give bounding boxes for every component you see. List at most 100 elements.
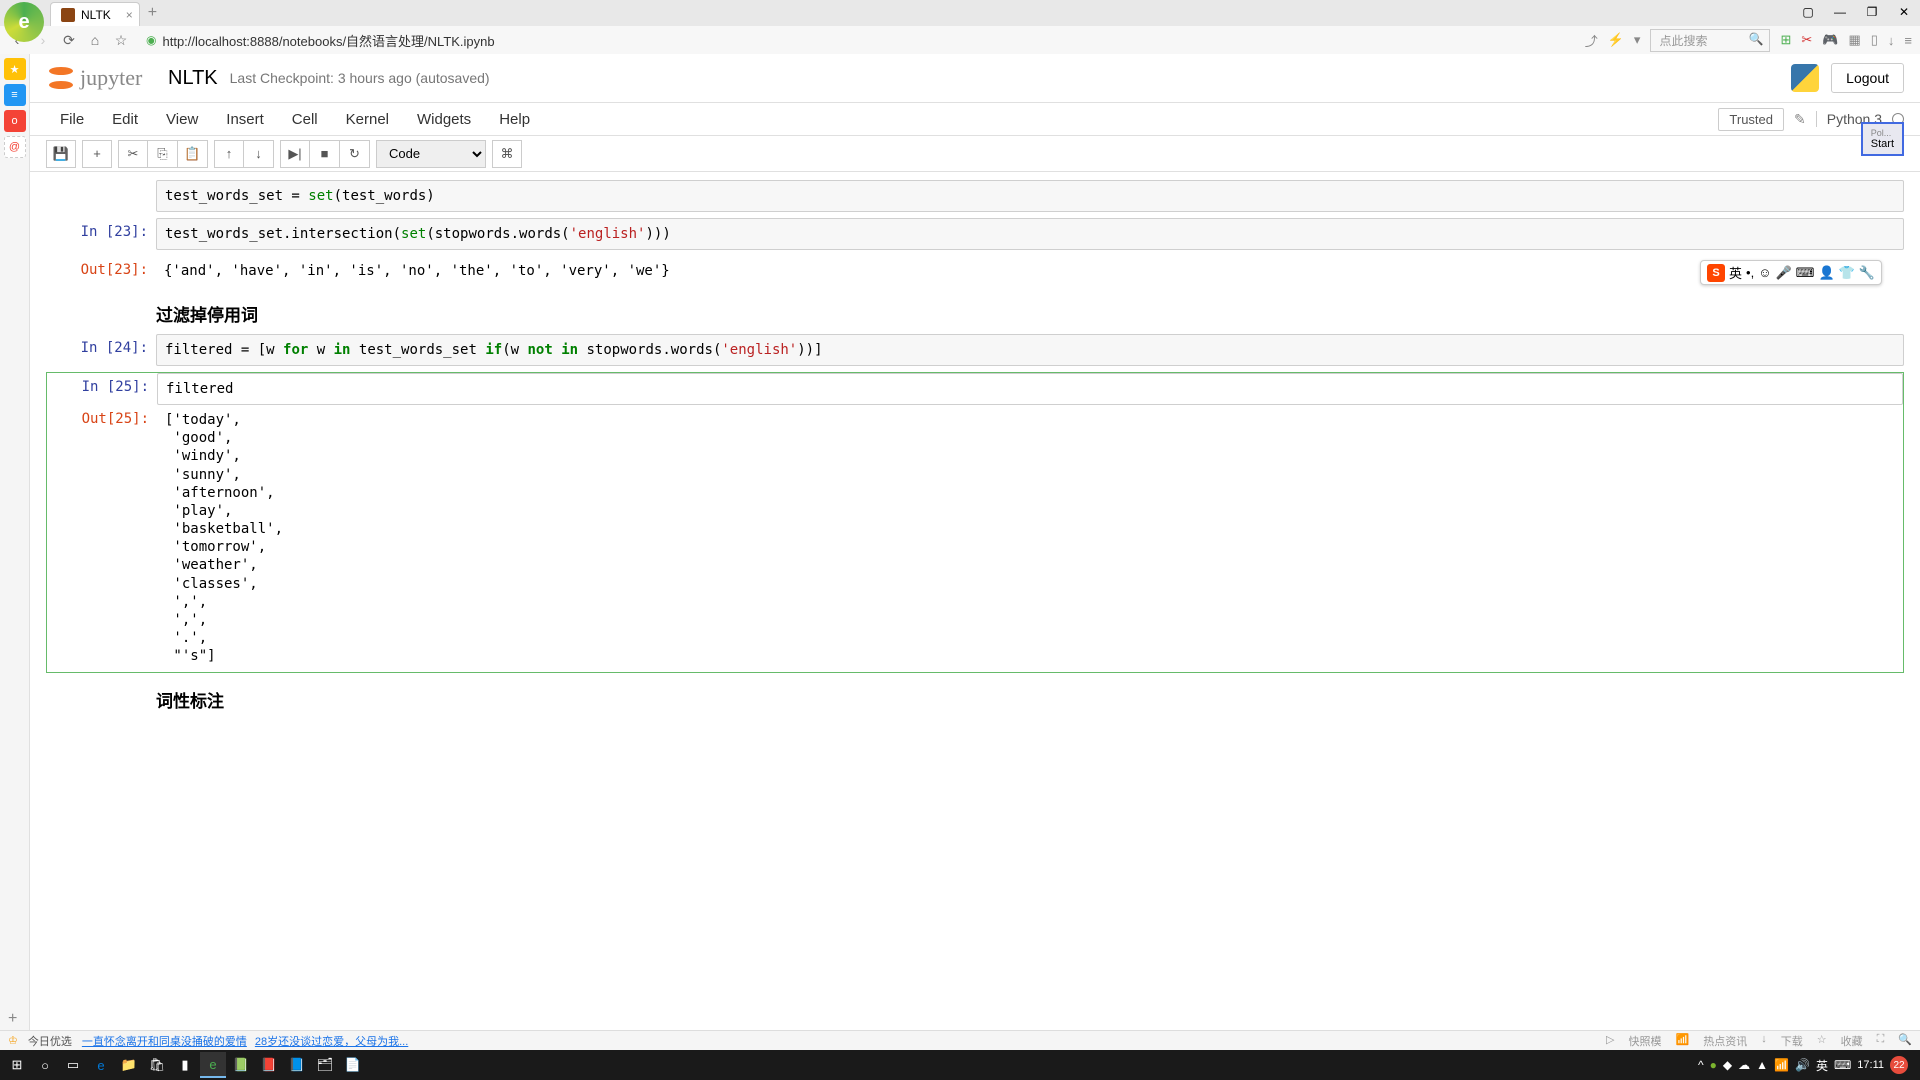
start-menu-button[interactable]: ⊞	[4, 1052, 30, 1078]
notebook-container[interactable]: test_words_set = set(test_words) In [23]…	[30, 172, 1920, 1048]
menu-cell[interactable]: Cell	[278, 105, 332, 134]
new-tab-button[interactable]: +	[140, 0, 165, 26]
ime-lang[interactable]: 英	[1729, 263, 1742, 282]
tray-ime-icon[interactable]: 英	[1816, 1057, 1828, 1074]
app-icon-1[interactable]: 📗	[228, 1052, 254, 1078]
menu-kernel[interactable]: Kernel	[332, 105, 403, 134]
sidebar-shortcut-1[interactable]: ★	[4, 58, 26, 80]
tray-icon-3[interactable]: ☁	[1738, 1058, 1750, 1072]
code-input[interactable]: filtered = [w for w in test_words_set if…	[156, 334, 1904, 366]
store-icon[interactable]: 🛍	[144, 1052, 170, 1078]
keyboard-icon[interactable]: ⌨	[1796, 265, 1815, 281]
scissors-icon[interactable]: ✂	[1801, 32, 1812, 48]
grid-icon[interactable]: ▦	[1848, 32, 1860, 48]
tray-keyboard-icon[interactable]: ⌨	[1834, 1058, 1851, 1072]
code-input[interactable]: filtered	[157, 373, 1903, 405]
add-shortcut-button[interactable]: +	[8, 1010, 17, 1028]
sidebar-shortcut-4[interactable]: @	[4, 136, 26, 158]
logout-button[interactable]: Logout	[1831, 63, 1904, 93]
jupyter-logo[interactable]: jupyter	[46, 62, 156, 94]
tray-icon-2[interactable]: ◆	[1723, 1058, 1732, 1072]
tray-icon-4[interactable]: ▲	[1756, 1058, 1768, 1072]
tray-up-icon[interactable]: ^	[1698, 1058, 1704, 1072]
copy-button[interactable]: ⎘	[148, 140, 178, 168]
app-icon-2[interactable]: 📕	[256, 1052, 282, 1078]
taskview-icon[interactable]: ▭	[60, 1052, 86, 1078]
tray-time[interactable]: 17:11	[1857, 1059, 1884, 1071]
browser-tab[interactable]: NLTK ×	[50, 2, 140, 26]
markdown-cell[interactable]: 过滤掉停用词	[46, 293, 1904, 334]
terminal-icon[interactable]: ▮	[172, 1052, 198, 1078]
home-icon[interactable]: ⌂	[86, 31, 104, 49]
person-icon[interactable]: 👤	[1818, 265, 1834, 281]
code-cell[interactable]: test_words_set = set(test_words)	[46, 180, 1904, 212]
menu-file[interactable]: File	[46, 105, 98, 134]
command-palette-button[interactable]: ⌘	[492, 140, 522, 168]
cell-type-select[interactable]: Code	[376, 140, 486, 168]
tray-wechat-icon[interactable]: ●	[1710, 1058, 1717, 1072]
reload-icon[interactable]: ⟳	[60, 31, 78, 49]
fullscreen-icon[interactable]: ⛶	[1877, 1033, 1885, 1049]
tray-volume-icon[interactable]: 🔊	[1795, 1058, 1810, 1072]
maximize-button[interactable]: ❐	[1856, 0, 1888, 24]
app-icon-5[interactable]: 📄	[340, 1052, 366, 1078]
bolt-icon[interactable]: ⚡	[1608, 32, 1624, 48]
add-cell-button[interactable]: +	[82, 140, 112, 168]
cut-button[interactable]: ✂	[118, 140, 148, 168]
menu-edit[interactable]: Edit	[98, 105, 152, 134]
trusted-badge[interactable]: Trusted	[1718, 108, 1784, 131]
status-download[interactable]: 下载	[1781, 1033, 1803, 1049]
close-button[interactable]: ✕	[1888, 0, 1920, 24]
code-cell[interactable]: In [23]: test_words_set.intersection(set…	[46, 218, 1904, 250]
star-status-icon[interactable]: ☆	[1817, 1033, 1827, 1049]
status-snapshot[interactable]: 快照模	[1629, 1033, 1662, 1049]
menu-icon[interactable]: ≡	[1904, 33, 1912, 48]
minimize-button[interactable]: —	[1824, 0, 1856, 24]
reader-button[interactable]: ▢	[1792, 0, 1824, 24]
share-icon[interactable]: ⤴	[1585, 31, 1598, 50]
toolbox-icon[interactable]: 🔧	[1859, 265, 1875, 281]
edit-icon[interactable]: ✎	[1794, 111, 1806, 128]
skin-icon[interactable]: 👕	[1839, 265, 1855, 281]
menu-insert[interactable]: Insert	[212, 105, 278, 134]
download-status-icon[interactable]: ↓	[1761, 1033, 1767, 1049]
gamepad-icon[interactable]: 🎮	[1822, 32, 1838, 48]
tray-network-icon[interactable]: 📶	[1774, 1058, 1789, 1072]
menu-view[interactable]: View	[152, 105, 212, 134]
sidebar-shortcut-2[interactable]: ≡	[4, 84, 26, 106]
puzzle-icon[interactable]: ⊞	[1780, 32, 1791, 48]
sidebar-shortcut-3[interactable]: o	[4, 110, 26, 132]
stop-button[interactable]: ■	[310, 140, 340, 168]
restart-button[interactable]: ↻	[340, 140, 370, 168]
today-label[interactable]: 今日优选	[28, 1033, 72, 1049]
save-button[interactable]: 💾	[46, 140, 76, 168]
run-button[interactable]: ▶|	[280, 140, 310, 168]
search-input[interactable]: 点此搜索🔍	[1650, 29, 1770, 52]
news-link-2[interactable]: 28岁还没谈过恋爱，父母为我...	[255, 1033, 408, 1049]
notebook-title[interactable]: NLTK	[168, 67, 218, 90]
cortana-icon[interactable]: ○	[32, 1052, 58, 1078]
start-button[interactable]: Start	[1871, 138, 1894, 150]
code-cell-selected[interactable]: In [25]: filtered Out[25]: ['today', 'go…	[46, 372, 1904, 673]
markdown-cell[interactable]: 词性标注	[46, 679, 1904, 720]
ime-punct[interactable]: •,	[1746, 265, 1754, 280]
code-input[interactable]: test_words_set.intersection(set(stopword…	[156, 218, 1904, 250]
menu-widgets[interactable]: Widgets	[403, 105, 485, 134]
app-icon-3[interactable]: 📘	[284, 1052, 310, 1078]
app-icon-4[interactable]: 🗂	[312, 1052, 338, 1078]
move-up-button[interactable]: ↑	[214, 140, 244, 168]
close-icon[interactable]: ×	[126, 8, 133, 22]
chevron-down-icon[interactable]: ▾	[1634, 32, 1641, 48]
menu-help[interactable]: Help	[485, 105, 544, 134]
explorer-icon[interactable]: 📁	[116, 1052, 142, 1078]
360-browser-icon[interactable]: e	[200, 1052, 226, 1078]
edge-icon[interactable]: e	[88, 1052, 114, 1078]
start-widget[interactable]: Pol... Start	[1861, 122, 1904, 156]
ime-toolbar[interactable]: S 英 •, ☺ 🎤 ⌨ 👤 👕 🔧	[1700, 260, 1882, 285]
emoji-icon[interactable]: ☺	[1758, 265, 1771, 280]
paste-button[interactable]: 📋	[178, 140, 208, 168]
url-bar[interactable]: ◉ http://localhost:8888/notebooks/自然语言处理…	[138, 29, 1577, 52]
code-cell[interactable]: In [24]: filtered = [w for w in test_wor…	[46, 334, 1904, 366]
play-icon[interactable]: ▷	[1606, 1033, 1614, 1049]
mic-icon[interactable]: 🎤	[1775, 265, 1791, 281]
